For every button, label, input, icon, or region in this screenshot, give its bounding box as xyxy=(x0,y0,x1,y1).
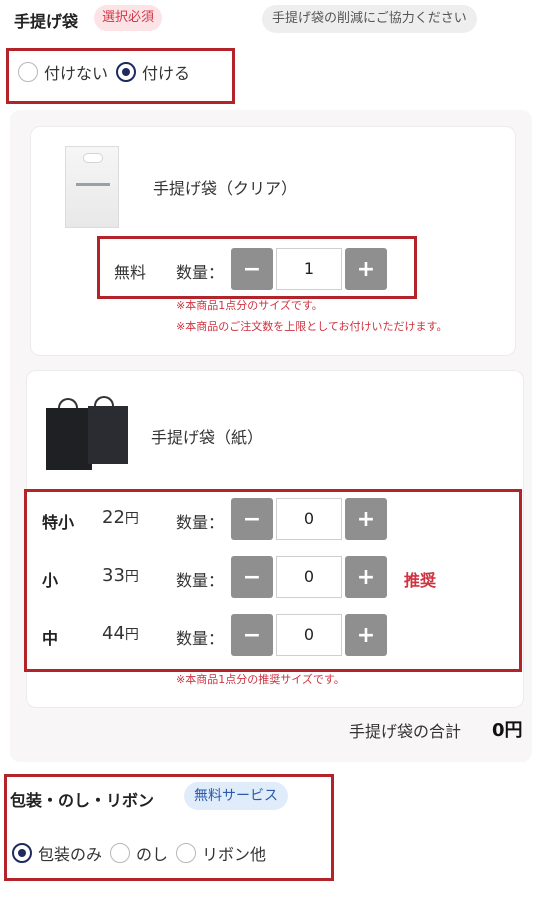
radio-label: 包装のみ xyxy=(38,845,103,864)
price-unit: 円 xyxy=(124,569,139,585)
plus-button[interactable]: + xyxy=(345,248,387,290)
reduce-note-pill: 手提げ袋の削減にご協力ください xyxy=(262,5,477,33)
plus-button[interactable]: + xyxy=(345,614,387,656)
price-value: 33 xyxy=(102,565,125,586)
section-title-bag: 手提げ袋 xyxy=(14,12,79,31)
qty-stepper: − 1 + xyxy=(231,248,387,290)
bag-body-shape xyxy=(46,408,92,470)
minus-button[interactable]: − xyxy=(231,248,273,290)
radio-selected-icon[interactable] xyxy=(116,62,137,82)
free-service-badge: 無料サービス xyxy=(184,782,288,810)
bag-option-group: 付けない 付ける xyxy=(18,60,190,84)
radio-add-bag[interactable]: 付ける xyxy=(116,60,190,84)
minus-button[interactable]: − xyxy=(231,556,273,598)
size-label: 特小 xyxy=(42,513,75,532)
radio-selected-icon[interactable] xyxy=(12,843,32,863)
product-name: 手提げ袋（紙） xyxy=(151,428,264,447)
price: 33円 xyxy=(102,565,139,586)
total-label: 手提げ袋の合計 xyxy=(349,722,462,741)
section-title-wrapping: 包装・のし・リボン xyxy=(10,791,155,810)
qty-stepper: − 0 + xyxy=(231,556,387,598)
radio-label: のし xyxy=(136,845,169,864)
minus-button[interactable]: − xyxy=(231,614,273,656)
radio-no-bag[interactable]: 付けない xyxy=(18,60,108,84)
price-value: 22 xyxy=(102,507,125,528)
clear-bag-image xyxy=(65,146,119,228)
qty-label: 数量： xyxy=(176,513,225,532)
required-badge: 選択必須 xyxy=(94,5,163,31)
radio-ribbon[interactable]: リボン他 xyxy=(176,841,266,865)
qty-stepper: − 0 + xyxy=(231,498,387,540)
recommend-tag: 推奨 xyxy=(404,571,437,590)
bag-logo-shape xyxy=(76,183,110,186)
radio-label: 付けない xyxy=(44,64,109,83)
qty-stepper: − 0 + xyxy=(231,614,387,656)
plus-button[interactable]: + xyxy=(345,556,387,598)
size-label: 小 xyxy=(42,571,59,590)
paper-bag-image xyxy=(44,396,130,470)
radio-circle-icon[interactable] xyxy=(18,62,38,82)
qty-label: 数量： xyxy=(176,263,225,282)
radio-wrap-only[interactable]: 包装のみ xyxy=(12,841,102,865)
price-free: 無料 xyxy=(114,263,147,282)
price: 22円 xyxy=(102,507,139,528)
plus-button[interactable]: + xyxy=(345,498,387,540)
size-note: ※本商品1点分のサイズです。 xyxy=(176,299,323,312)
price: 44円 xyxy=(102,623,139,644)
radio-noshi[interactable]: のし xyxy=(110,841,168,865)
radio-label: 付ける xyxy=(142,64,191,83)
qty-input[interactable]: 1 xyxy=(276,248,342,290)
qty-input[interactable]: 0 xyxy=(276,498,342,540)
qty-label: 数量： xyxy=(176,571,225,590)
limit-note: ※本商品のご注文数を上限としてお付けいただけます。 xyxy=(176,320,448,333)
size-label: 中 xyxy=(42,629,59,648)
qty-input[interactable]: 0 xyxy=(276,556,342,598)
total-value: 0円 xyxy=(492,720,523,741)
minus-button[interactable]: − xyxy=(231,498,273,540)
radio-circle-icon[interactable] xyxy=(110,843,131,863)
radio-label: リボン他 xyxy=(202,845,267,864)
product-name: 手提げ袋（クリア） xyxy=(153,179,298,198)
price-unit: 円 xyxy=(124,511,139,527)
radio-circle-icon[interactable] xyxy=(176,843,197,863)
bag-body-shape xyxy=(88,406,128,464)
qty-input[interactable]: 0 xyxy=(276,614,342,656)
qty-label: 数量： xyxy=(176,629,225,648)
size-note: ※本商品1点分の推奨サイズです。 xyxy=(176,673,345,686)
price-value: 44 xyxy=(102,623,125,644)
bag-handle-shape xyxy=(83,153,103,163)
wrapping-option-group: 包装のみ のし リボン他 xyxy=(12,841,266,865)
price-unit: 円 xyxy=(124,627,139,643)
